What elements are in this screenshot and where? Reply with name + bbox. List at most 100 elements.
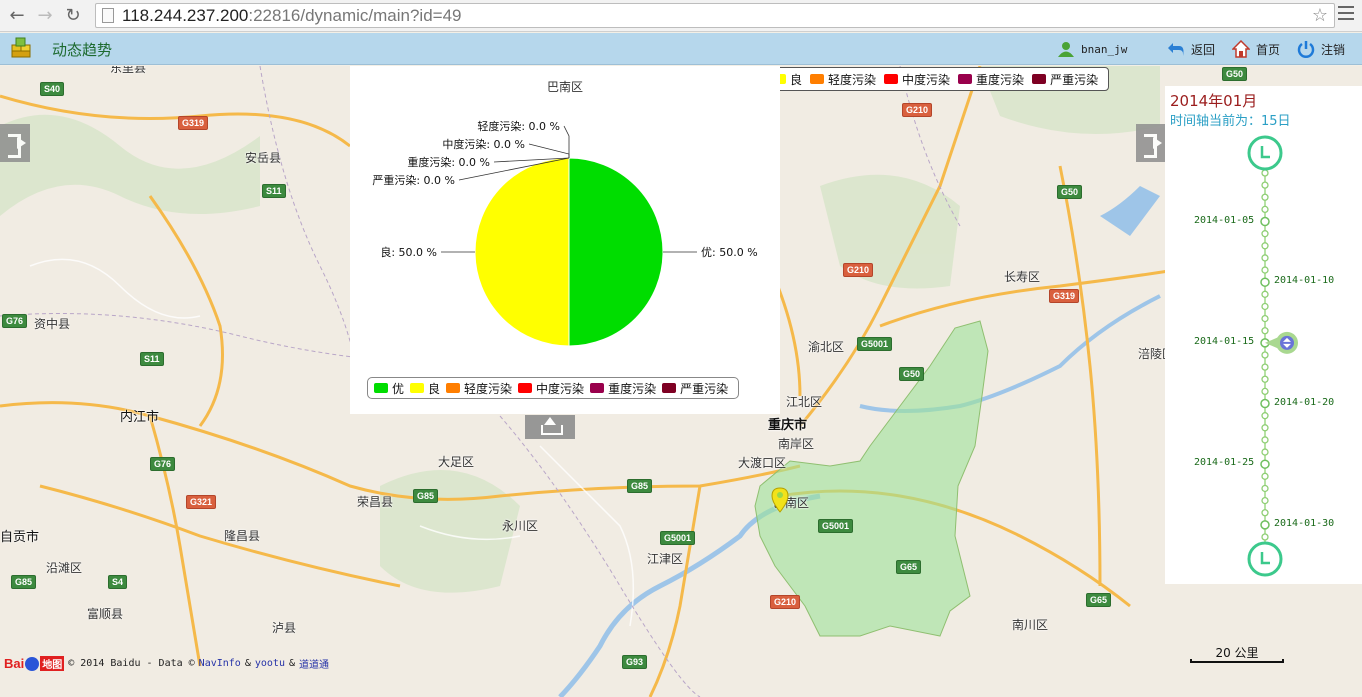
timeline-tick[interactable] <box>1260 520 1270 530</box>
scale-bar <box>1190 659 1284 663</box>
map-label: 江北区 <box>786 395 823 409</box>
road-shield: G5001 <box>660 531 696 545</box>
road-shield: G321 <box>186 495 217 509</box>
forward-arrow-icon[interactable]: → <box>34 5 56 27</box>
map-label: 重庆市 <box>768 418 808 433</box>
road-shield: G319 <box>178 116 209 130</box>
page-icon <box>102 8 114 23</box>
timeline-day-dot[interactable] <box>1261 496 1269 505</box>
timeline-day-dot[interactable] <box>1261 230 1269 238</box>
map-label: 东里县 <box>110 66 147 75</box>
road-shield: S11 <box>262 184 286 198</box>
map-legend: 良 轻度污染 中度污染 重度污染 严重污染 <box>763 67 1110 91</box>
map-label: 大足区 <box>438 455 475 469</box>
road-shield: G5001 <box>857 337 893 351</box>
timeline-tick[interactable] <box>1260 459 1270 469</box>
reload-icon[interactable]: ↻ <box>62 5 84 27</box>
timeline-day-dot[interactable] <box>1261 533 1269 541</box>
pie-label: 良: 50.0 % <box>380 245 437 259</box>
pie-label: 中度污染: 0.0 % <box>442 137 525 151</box>
app-logo-icon <box>11 37 31 58</box>
map-copyright: Bai 地图 © 2014 Baidu - Data © NavInfo & yo… <box>4 656 329 671</box>
legend-item: 轻度污染 <box>446 380 512 397</box>
location-pin-icon[interactable] <box>770 486 790 516</box>
road-shield: S40 <box>40 82 65 96</box>
legend-swatch <box>518 383 533 393</box>
page-title: 动态趋势 <box>52 41 113 59</box>
timeline-day-dot[interactable] <box>1261 509 1269 517</box>
logout-button[interactable]: 注销 <box>1297 40 1345 58</box>
timeline-day-dot[interactable] <box>1261 387 1269 396</box>
timeline-day-dot[interactable] <box>1261 169 1269 177</box>
road-shield: G319 <box>1049 289 1080 303</box>
timeline-day-dot[interactable] <box>1261 363 1269 371</box>
timeline-date-label: 2014-01-05 <box>1194 214 1255 226</box>
timeline-day-dot[interactable] <box>1261 484 1269 493</box>
road-shield: S4 <box>108 575 128 589</box>
timeline-day-dot[interactable] <box>1261 181 1269 189</box>
pie-slice[interactable] <box>474 157 570 347</box>
timeline-day-dot[interactable] <box>1261 448 1269 456</box>
timeline-day-dot[interactable] <box>1261 302 1269 311</box>
pie-chart: 巴南区 优: 50.0 % 良: 50.0 % 轻度污染: 0.0 % 中度污染: 0… <box>372 79 758 347</box>
road-shield: G50 <box>1057 185 1083 199</box>
road-shield: G50 <box>1222 67 1248 81</box>
road-shield: G65 <box>896 560 922 574</box>
map-label: 江津区 <box>647 552 684 566</box>
chart-title: 巴南区 <box>547 79 583 94</box>
timeline-day-dot[interactable] <box>1261 424 1269 432</box>
timeline-current-handle[interactable] <box>1265 331 1298 354</box>
baidu-logo[interactable]: Bai 地图 <box>4 656 65 671</box>
address-bar[interactable]: 118.244.237.200:22816/dynamic/main?id=49… <box>95 3 1335 28</box>
timeline-date-label: 2014-01-10 <box>1274 275 1335 287</box>
user-icon <box>1058 42 1074 57</box>
legend-swatch <box>1032 74 1047 84</box>
pie-chart-panel: 巴南区 优: 50.0 % 良: 50.0 % 轻度污染: 0.0 % 中度污染: 0… <box>350 66 780 414</box>
timeline-day-dot[interactable] <box>1261 472 1269 480</box>
map-canvas[interactable]: 东里县 安岳县 资中县 内江市 自贡市 沿滩区 富顺县 隆昌县 泸县 大足区 荣… <box>0 66 1362 697</box>
clock-icon[interactable] <box>1247 135 1283 171</box>
home-button[interactable]: 首页 <box>1232 40 1280 58</box>
map-label: 内江市 <box>120 410 160 425</box>
legend-item: 良 <box>410 380 440 397</box>
timeline-day-dot[interactable] <box>1261 290 1269 298</box>
timeline-day-dot[interactable] <box>1261 412 1269 420</box>
back-button[interactable]: 返回 <box>1167 40 1215 58</box>
timeline-day-dot[interactable] <box>1261 193 1269 201</box>
daodaotong-link[interactable]: 道道通 <box>299 656 329 671</box>
yootu-link[interactable]: yootu <box>255 658 285 669</box>
legend-item: 优 <box>374 380 404 397</box>
map-label: 长寿区 <box>1004 270 1041 284</box>
back-arrow-icon[interactable]: ← <box>6 5 28 27</box>
clock-icon[interactable] <box>1247 541 1283 577</box>
timeline-panel: 2014年01月 时间轴当前为：15日 2014-01-05 2014-01-10… <box>1165 86 1362 584</box>
road-shield: G93 <box>622 655 648 669</box>
browser-menu-icon[interactable] <box>1338 6 1354 20</box>
timeline-tick[interactable] <box>1260 216 1270 227</box>
bookmark-star-icon[interactable]: ☆ <box>1312 5 1328 26</box>
map-label: 安岳县 <box>245 151 282 165</box>
timeline-day-dot[interactable] <box>1261 205 1269 214</box>
expand-left-panel-button[interactable] <box>0 124 30 162</box>
collapse-chart-button[interactable] <box>525 415 575 439</box>
timeline-day-dot[interactable] <box>1261 327 1269 335</box>
timeline-day-dot[interactable] <box>1261 254 1269 262</box>
legend-item: 中度污染 <box>884 71 950 88</box>
timeline-day-dot[interactable] <box>1261 436 1269 444</box>
timeline-day-dot[interactable] <box>1261 351 1269 359</box>
legend-swatch <box>810 74 825 84</box>
timeline-tick[interactable] <box>1260 277 1270 287</box>
navinfo-link[interactable]: NavInfo <box>199 658 241 669</box>
timeline-tick[interactable] <box>1260 398 1270 409</box>
expand-right-panel-button[interactable] <box>1136 124 1166 162</box>
timeline-day-dot[interactable] <box>1261 266 1269 274</box>
legend-swatch <box>662 383 677 393</box>
timeline-day-dot[interactable] <box>1261 314 1269 323</box>
pie-slice[interactable] <box>568 157 664 347</box>
map-label: 泸县 <box>272 621 297 635</box>
power-icon <box>1297 41 1315 58</box>
timeline-day-dot[interactable] <box>1261 375 1269 383</box>
timeline-day-dot[interactable] <box>1261 242 1269 250</box>
road-shield: G85 <box>627 479 653 493</box>
legend-swatch <box>590 383 605 393</box>
